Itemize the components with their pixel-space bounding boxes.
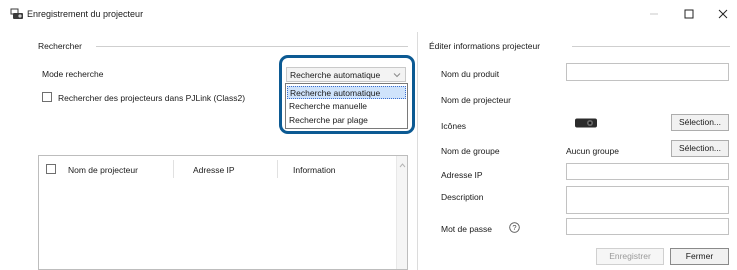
- column-separator: [173, 160, 174, 178]
- minimize-icon: [650, 13, 658, 15]
- pjlink-checkbox-label: Rechercher des projecteurs dans PJLink (…: [58, 93, 246, 103]
- close-button[interactable]: Fermer: [670, 248, 729, 265]
- help-icon-glyph: ?: [512, 223, 516, 232]
- table-scrollbar[interactable]: [396, 156, 407, 269]
- group-select-button[interactable]: Sélection...: [671, 140, 729, 157]
- ip-address-label: Adresse IP: [441, 170, 483, 180]
- save-button[interactable]: Enregistrer: [596, 248, 664, 265]
- column-header-ip-address[interactable]: Adresse IP: [193, 165, 235, 175]
- projector-icon: [575, 118, 597, 128]
- close-window-button[interactable]: [709, 4, 737, 24]
- results-table: Nom de projecteur Adresse IP Information: [38, 155, 408, 270]
- callout-highlight-ring: [279, 55, 415, 134]
- projector-registration-window: Enregistrement du projecteur Rechercher …: [0, 0, 737, 270]
- group-name-value: Aucun groupe: [566, 146, 619, 156]
- description-field[interactable]: [566, 186, 729, 214]
- panel-divider: [417, 32, 418, 270]
- description-label: Description: [441, 192, 484, 202]
- product-name-field[interactable]: [566, 63, 729, 81]
- product-name-label: Nom du produit: [441, 69, 500, 79]
- projector-register-icon: [10, 8, 23, 19]
- window-title: Enregistrement du projecteur: [27, 9, 144, 19]
- projector-name-label: Nom de projecteur: [441, 95, 511, 105]
- search-group-label: Rechercher: [38, 41, 86, 51]
- icons-label: Icônes: [441, 121, 467, 131]
- edit-group-label: Éditer informations projecteur: [429, 41, 545, 51]
- search-group-rule: [96, 46, 408, 47]
- scroll-up-icon[interactable]: [399, 162, 406, 169]
- icons-select-button[interactable]: Sélection...: [671, 114, 729, 131]
- help-circle-icon[interactable]: ?: [509, 222, 520, 233]
- ip-address-field[interactable]: [566, 163, 729, 180]
- title-bar: Enregistrement du projecteur: [0, 0, 737, 26]
- maximize-icon: [684, 9, 694, 19]
- password-label: Mot de passe: [441, 224, 493, 234]
- maximize-button[interactable]: [675, 4, 703, 24]
- column-header-information[interactable]: Information: [293, 165, 336, 175]
- select-all-checkbox[interactable]: [46, 164, 56, 174]
- search-mode-label: Mode recherche: [42, 69, 104, 79]
- close-icon: [718, 9, 728, 19]
- column-header-projector-name[interactable]: Nom de projecteur: [68, 165, 138, 175]
- column-separator: [277, 160, 278, 178]
- pjlink-checkbox[interactable]: [42, 92, 52, 102]
- edit-group-rule: [572, 46, 730, 47]
- minimize-button[interactable]: [640, 4, 668, 24]
- password-field[interactable]: [566, 218, 729, 235]
- group-name-label: Nom de groupe: [441, 146, 500, 156]
